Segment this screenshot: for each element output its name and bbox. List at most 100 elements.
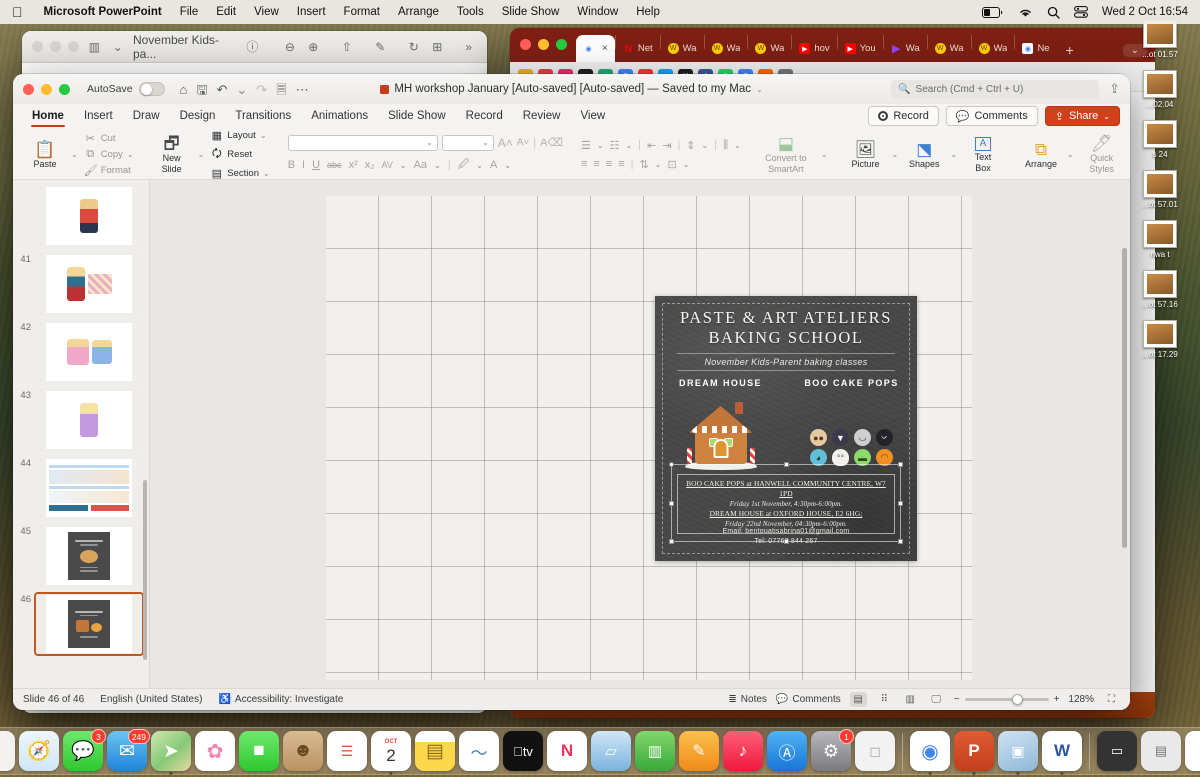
superscript-button[interactable]: x² — [349, 159, 358, 171]
close-button[interactable] — [520, 39, 531, 50]
zoom-track[interactable] — [964, 694, 1049, 705]
redo-icon[interactable]: ↷ — [256, 83, 267, 96]
slide-sorter-icon[interactable]: ⠿ — [876, 692, 893, 707]
arrange-button[interactable]: ⧉ Arrange — [1021, 141, 1061, 169]
browser-tab[interactable]: W Wa — [748, 35, 791, 62]
more-icon[interactable]: ⋯ — [296, 83, 309, 96]
window-controls[interactable] — [32, 41, 79, 52]
slide-thumbnail-row[interactable]: 46 — [13, 588, 149, 656]
language-indicator[interactable]: English (United States) — [100, 694, 202, 705]
home-icon[interactable]: ⌂ — [180, 83, 188, 96]
slide-thumbnail[interactable] — [34, 388, 144, 452]
chevron-down-icon[interactable]: ⌄ — [702, 141, 709, 150]
maximize-button[interactable] — [556, 39, 567, 50]
chevron-down-icon[interactable]: ⌄ — [476, 161, 483, 170]
keynote-icon[interactable]: ▱ — [591, 731, 631, 771]
powerpoint-icon[interactable]: P — [954, 731, 994, 775]
slide-thumbnail-row[interactable]: 44 — [13, 452, 149, 520]
zoom-out-button[interactable]: − — [954, 694, 960, 705]
zoom-in-icon[interactable]: ⊕ — [305, 38, 321, 56]
menu-help[interactable]: Help — [627, 6, 669, 18]
grow-font-icon[interactable]: A˄ — [498, 136, 513, 150]
tab-slide-show[interactable]: Slide Show — [379, 108, 455, 125]
chevron-down-icon[interactable]: ⌄ — [655, 160, 662, 169]
justify-icon[interactable]: ≡ — [618, 158, 624, 170]
slide-editing-canvas[interactable]: PASTE & ART ATELIERS BAKING SCHOOL Novem… — [326, 196, 972, 680]
chevron-down-icon[interactable]: ⌄ — [504, 161, 511, 170]
maximize-button[interactable] — [68, 41, 79, 52]
chrome-window-controls[interactable] — [520, 39, 567, 50]
tab-view[interactable]: View — [571, 108, 614, 125]
minimized-window-3[interactable]: ▦ — [1185, 731, 1200, 771]
search-icon[interactable] — [1047, 6, 1060, 19]
browser-tab[interactable]: W Wa — [705, 35, 748, 62]
maximize-button[interactable] — [59, 83, 70, 95]
tab-draw[interactable]: Draw — [124, 108, 169, 125]
slide-thumbnail-row[interactable] — [13, 180, 149, 248]
browser-tab[interactable]: W Wa — [928, 35, 971, 62]
status-comments-button[interactable]: 💬 Comments — [776, 694, 841, 705]
shapes-button[interactable]: ⬔ Shapes — [904, 141, 944, 169]
slide-poster-content[interactable]: PASTE & ART ATELIERS BAKING SCHOOL Novem… — [655, 296, 917, 561]
slide-thumbnail[interactable] — [34, 252, 144, 316]
chevron-down-icon[interactable]: ⌄ — [1103, 112, 1110, 121]
notes-icon[interactable]: ▤ — [415, 731, 455, 771]
menu-bar-clock[interactable]: Wed 2 Oct 16:54 — [1102, 6, 1188, 18]
resize-handle[interactable] — [669, 539, 674, 544]
menu-format[interactable]: Format — [335, 6, 389, 18]
minimize-button[interactable] — [538, 39, 549, 50]
text-box-button[interactable]: A Text Box — [963, 136, 1003, 173]
menu-file[interactable]: File — [171, 6, 208, 18]
music-icon[interactable]: ♪ — [723, 731, 763, 771]
resize-handle[interactable] — [783, 462, 789, 467]
search-box[interactable]: 🔍 Search (Cmd + Ctrl + U) — [891, 79, 1100, 99]
browser-tab[interactable]: ◉ Ne — [1015, 35, 1056, 62]
bullets-icon[interactable]: ☰ — [581, 139, 591, 152]
resize-handle[interactable] — [669, 462, 674, 467]
reading-view-icon[interactable]: ▥ — [902, 692, 919, 707]
share-icon[interactable]: ⇧ — [339, 38, 355, 56]
font-color-button[interactable]: A — [490, 159, 497, 171]
calendar-icon[interactable]: OCT 2 — [371, 731, 411, 775]
bold-button[interactable]: B — [288, 159, 295, 171]
preview-icon[interactable]: ▣ — [998, 731, 1038, 775]
battery-icon[interactable] — [981, 6, 1004, 18]
chevron-down-icon[interactable]: ⌄ — [683, 160, 690, 169]
chevron-down-icon[interactable]: ⌄ — [260, 131, 267, 140]
strikethrough-button[interactable]: abc — [327, 160, 342, 170]
chevron-down-icon[interactable]: ⌄ — [127, 150, 134, 159]
align-left-icon[interactable]: ≡ — [581, 158, 587, 170]
chevron-down-icon[interactable]: ⌄ — [734, 141, 741, 150]
picture-dropdown-icon[interactable]: ⌄ — [892, 150, 899, 159]
desktop-file[interactable]: ...ot 01.57 — [1124, 20, 1196, 59]
cut-button[interactable]: ✂ Cut — [84, 132, 134, 145]
close-icon[interactable]: × — [602, 43, 608, 54]
word-icon[interactable]: W — [1042, 731, 1082, 775]
underline-button[interactable]: U — [312, 159, 320, 171]
columns-icon[interactable]: ⫼ — [723, 139, 728, 152]
save-icon[interactable]: 🖫 — [196, 83, 207, 96]
comments-button[interactable]: 💬 Comments — [945, 106, 1038, 126]
newslide-icon[interactable]: 🗏 — [276, 83, 286, 96]
subscript-button[interactable]: x₂ — [365, 159, 375, 171]
chevron-down-icon[interactable]: ⌄ — [263, 169, 270, 178]
text-highlight-icon[interactable]: 🖉 — [458, 156, 470, 175]
markup-icon[interactable]: ✎ — [372, 38, 388, 56]
more-icon[interactable]: » — [461, 38, 477, 56]
numbers-icon[interactable]: ▥ — [635, 731, 675, 771]
powerpoint-window[interactable]: AutoSave ⌂ 🖫 ↶ ⌄ ↷ 🗏 ⋯ MH workshop Janua… — [13, 74, 1130, 710]
resize-handle[interactable] — [898, 539, 903, 544]
tab-review[interactable]: Review — [514, 108, 570, 125]
slide-thumbnail[interactable] — [34, 184, 144, 248]
font-name-input[interactable]: ⌄ — [287, 134, 438, 151]
tab-animations[interactable]: Animations — [302, 108, 377, 125]
zoom-slider[interactable]: − + — [954, 694, 1059, 705]
tab-transitions[interactable]: Transitions — [226, 108, 300, 125]
chrome-icon[interactable]: ◉ — [910, 731, 950, 775]
browser-tab[interactable]: ▶ hov — [792, 35, 836, 62]
quick-styles-button[interactable]: 🖊 Quick Styles — [1080, 135, 1124, 174]
copy-button[interactable]: ⧉ Copy ⌄ — [84, 148, 134, 161]
italic-button[interactable]: I — [302, 159, 305, 171]
menu-arrange[interactable]: Arrange — [389, 6, 448, 18]
zoom-knob[interactable] — [1011, 694, 1023, 705]
